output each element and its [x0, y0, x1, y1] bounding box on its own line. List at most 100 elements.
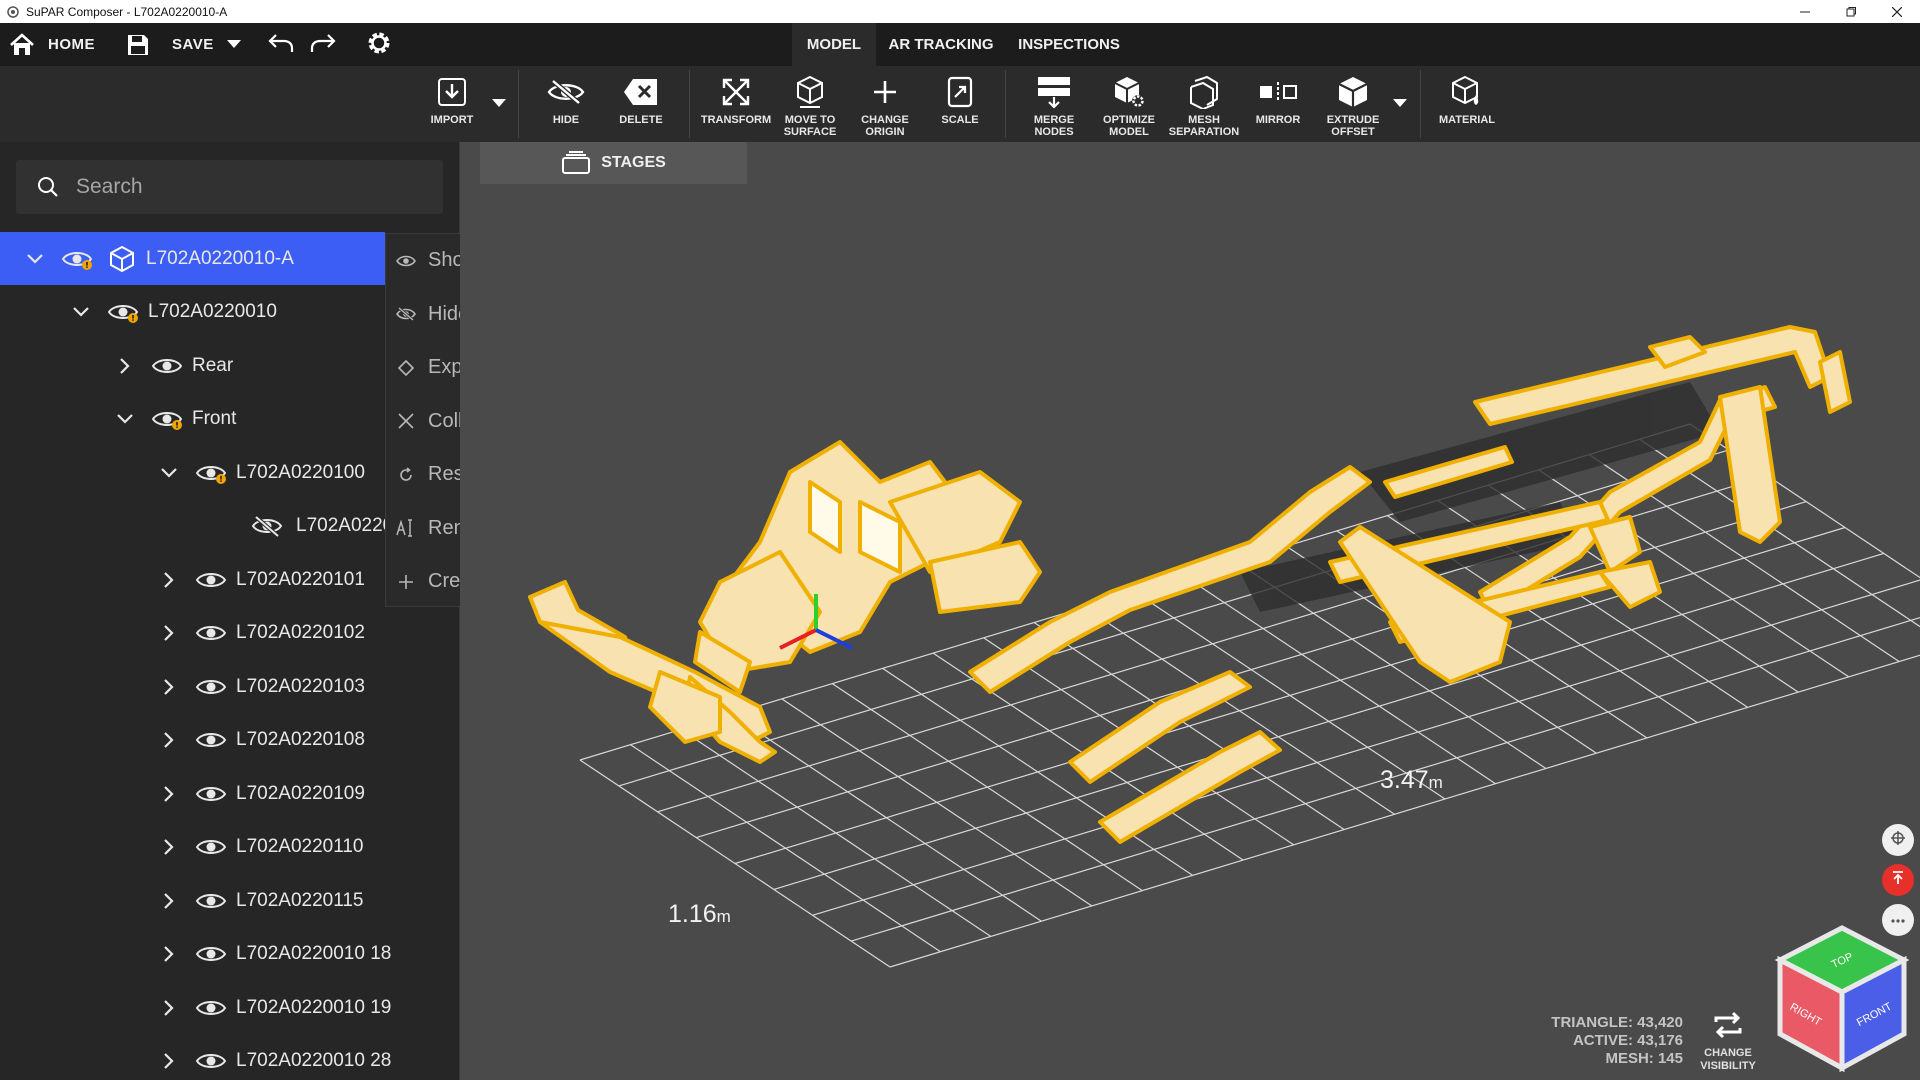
tree-node[interactable]: L702A0220010 19: [0, 981, 460, 1034]
chevron-right-icon[interactable]: [158, 569, 180, 591]
caret-down-icon: [1393, 94, 1407, 112]
restore-button[interactable]: [1828, 0, 1874, 23]
tree-node-label: L702A0220102: [236, 622, 365, 643]
settings-button[interactable]: [366, 23, 392, 66]
eye-icon[interactable]: [194, 728, 228, 752]
change-origin-label-1: CHANGE: [861, 114, 909, 126]
tree-node[interactable]: L702A0220010-A: [0, 232, 385, 285]
move-to-surface-button[interactable]: MOVE TO SURFACE: [775, 72, 845, 138]
eye-icon[interactable]: [194, 889, 228, 913]
eye-icon[interactable]: [194, 461, 228, 485]
eye-icon[interactable]: [150, 407, 184, 431]
import-button[interactable]: IMPORT: [422, 72, 482, 138]
tree-node[interactable]: L702A0220103: [0, 660, 460, 713]
chevron-down-icon[interactable]: [24, 248, 46, 270]
chevron-down-icon[interactable]: [70, 301, 92, 323]
save-options-dropdown[interactable]: [226, 23, 242, 66]
caret-down-icon: [226, 36, 242, 53]
chevron-right-icon[interactable]: [158, 836, 180, 858]
tree-node[interactable]: L702A0220108: [0, 714, 460, 767]
tree-node[interactable]: L702A0220010 28: [0, 1035, 460, 1080]
scale-button[interactable]: SCALE: [930, 72, 990, 138]
eye-icon[interactable]: [194, 1049, 228, 1073]
eye-icon[interactable]: [194, 621, 228, 645]
chevron-right-icon[interactable]: [158, 729, 180, 751]
eye-icon[interactable]: [106, 300, 140, 324]
home-button[interactable]: HOME: [8, 23, 95, 66]
tree-node[interactable]: L702A0220010 18: [0, 928, 460, 981]
mirror-label: MIRROR: [1255, 114, 1301, 126]
undo-button[interactable]: [268, 23, 294, 66]
tab-model[interactable]: MODEL: [792, 23, 876, 66]
3d-viewport[interactable]: STAGES 1.16m 3.47m: [460, 142, 1920, 1080]
chevron-right-icon[interactable]: [158, 890, 180, 912]
tree-node[interactable]: L702A0220115: [0, 874, 460, 927]
material-button[interactable]: MATERIAL: [1432, 72, 1502, 138]
eye-icon: [396, 251, 416, 271]
extrude-offset-icon: [1333, 72, 1373, 112]
import-label: IMPORT: [430, 114, 474, 126]
tree-node[interactable]: L702A0220110: [0, 821, 460, 874]
move-to-top-button[interactable]: [1882, 864, 1914, 896]
mirror-button[interactable]: MIRROR: [1248, 72, 1308, 138]
mesh-separation-button[interactable]: MESH SEPARATION: [1164, 72, 1244, 138]
eye-icon[interactable]: [194, 675, 228, 699]
tree-node[interactable]: L702A0220109: [0, 767, 460, 820]
mesh-separation-icon: [1184, 72, 1224, 112]
eye-hidden-icon[interactable]: [250, 514, 284, 538]
chevron-right-icon[interactable]: [158, 783, 180, 805]
gear-icon: [366, 30, 392, 60]
change-origin-button[interactable]: CHANGE ORIGIN: [850, 72, 920, 138]
tree-node-label: L702A0220010 19: [236, 996, 392, 1018]
focus-target-button[interactable]: [1882, 824, 1914, 856]
plus-icon: [396, 572, 416, 592]
material-label: MATERIAL: [1438, 114, 1495, 126]
scale-label: SCALE: [941, 114, 979, 126]
chevron-down-icon[interactable]: [158, 462, 180, 484]
optimize-model-label-1: OPTIMIZE: [1103, 114, 1155, 126]
eye-icon[interactable]: [194, 835, 228, 859]
change-visibility-label-2: VISIBILITY: [1700, 1060, 1756, 1072]
save-button[interactable]: SAVE: [126, 23, 214, 66]
import-dropdown[interactable]: [490, 96, 508, 110]
tree-node-label: Front: [192, 408, 237, 429]
stages-label: STAGES: [601, 154, 666, 171]
hide-button[interactable]: HIDE: [536, 72, 596, 138]
redo-button[interactable]: [310, 23, 336, 66]
model-cube-icon: [108, 245, 136, 273]
eye-hidden-icon: [396, 304, 416, 324]
mesh-count: MESH: 145: [1605, 1050, 1683, 1067]
stages-button[interactable]: STAGES: [480, 142, 747, 184]
merge-nodes-button[interactable]: MERGE NODES: [1020, 72, 1088, 138]
chevron-right-icon[interactable]: [158, 1050, 180, 1072]
navigation-cube[interactable]: TOP RIGHT FRONT: [1772, 922, 1912, 1072]
tab-ar-tracking[interactable]: AR TRACKING: [876, 23, 1006, 66]
change-visibility-button[interactable]: CHANGE VISIBILITY: [1688, 1010, 1768, 1078]
chevron-right-icon[interactable]: [114, 355, 136, 377]
chevron-right-icon[interactable]: [158, 997, 180, 1019]
delete-button[interactable]: DELETE: [611, 72, 671, 138]
extrude-dropdown[interactable]: [1391, 96, 1409, 110]
eye-icon[interactable]: [194, 568, 228, 592]
chevron-down-icon[interactable]: [114, 408, 136, 430]
chevron-right-icon[interactable]: [158, 943, 180, 965]
close-window-button[interactable]: [1874, 0, 1920, 23]
tab-inspections[interactable]: INSPECTIONS: [1006, 23, 1132, 66]
import-icon: [432, 72, 472, 112]
eye-icon[interactable]: [194, 996, 228, 1020]
chevron-right-icon[interactable]: [158, 676, 180, 698]
eye-icon[interactable]: [194, 942, 228, 966]
eye-icon[interactable]: [150, 354, 184, 378]
extrude-offset-button[interactable]: EXTRUDE OFFSET: [1318, 72, 1388, 138]
transform-button[interactable]: TRANSFORM: [696, 72, 776, 138]
length-dimension-label: 3.47m: [1380, 766, 1443, 794]
tree-node[interactable]: L702A0220102: [0, 607, 460, 660]
search-input[interactable]: Search: [16, 160, 443, 214]
chevron-right-icon[interactable]: [158, 622, 180, 644]
tree-node-label: L702A0220010 18: [236, 943, 392, 964]
minimize-button[interactable]: [1782, 0, 1828, 23]
optimize-model-button[interactable]: OPTIMIZE MODEL: [1094, 72, 1164, 138]
eye-icon[interactable]: [194, 782, 228, 806]
stages-icon: [561, 151, 591, 175]
eye-icon[interactable]: [60, 247, 94, 271]
